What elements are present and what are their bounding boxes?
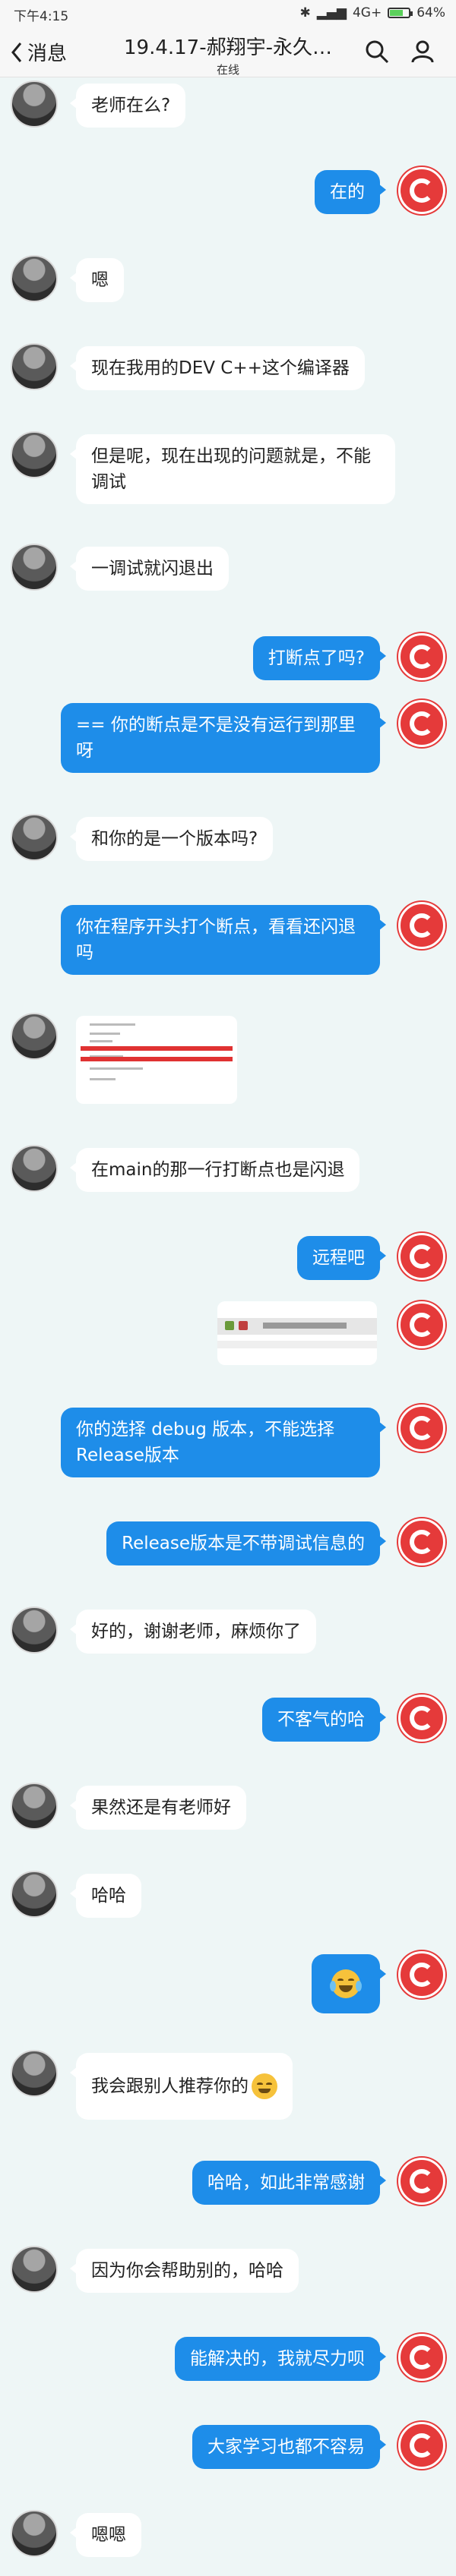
contact-avatar[interactable] xyxy=(11,814,58,861)
contact-avatar[interactable] xyxy=(11,1145,58,1192)
c-logo-icon xyxy=(410,913,434,938)
contact-avatar[interactable] xyxy=(11,255,58,302)
my-avatar[interactable] xyxy=(398,1695,445,1742)
c-logo-icon xyxy=(410,2169,434,2193)
message-bubble[interactable]: 一调试就闪退出 xyxy=(70,547,229,591)
contact-avatar[interactable] xyxy=(11,2050,58,2097)
back-button[interactable]: 消息 xyxy=(11,38,67,66)
bluetooth-icon: ✱ xyxy=(299,5,311,20)
c-logo-icon xyxy=(410,1530,434,1554)
contact-avatar[interactable] xyxy=(11,343,58,390)
message-bubble[interactable]: 大家学习也都不容易 xyxy=(192,2425,386,2469)
ide-screenshot-image[interactable] xyxy=(217,1301,377,1365)
online-status: 在线 xyxy=(216,63,239,77)
my-avatar[interactable] xyxy=(398,1518,445,1565)
my-avatar[interactable] xyxy=(398,1951,445,1998)
chat-title-block[interactable]: 19.4.17-郝翔宇-永久… 在线 xyxy=(106,32,350,77)
c-logo-icon xyxy=(410,2433,434,2458)
c-logo-icon xyxy=(410,1963,434,1987)
message-bubble[interactable]: 在main的那一行打断点也是闪退 xyxy=(69,1148,360,1192)
message-bubble[interactable]: 远程吧 xyxy=(297,1236,386,1280)
contact-avatar[interactable] xyxy=(11,1783,58,1830)
contact-avatar[interactable] xyxy=(11,80,58,128)
emoji-bubble[interactable] xyxy=(312,1954,386,2013)
breakpoint-highlight xyxy=(81,1046,233,1051)
back-label: 消息 xyxy=(27,43,68,65)
code-screenshot-image[interactable] xyxy=(76,1016,237,1104)
c-logo-icon xyxy=(410,1706,434,1730)
c-logo-icon xyxy=(410,1313,434,1337)
my-avatar[interactable] xyxy=(398,2158,445,2205)
my-avatar[interactable] xyxy=(398,1233,445,1280)
battery-icon xyxy=(388,8,413,18)
search-icon[interactable] xyxy=(365,39,389,64)
c-logo-icon xyxy=(410,1416,434,1440)
battery-percent: 64% xyxy=(416,5,445,20)
message-bubble[interactable]: 嗯嗯 xyxy=(70,2513,141,2557)
c-logo-icon xyxy=(410,178,434,203)
message-bubble[interactable]: 在的 xyxy=(315,170,386,214)
c-logo-icon xyxy=(410,711,434,736)
message-bubble[interactable]: 哈哈，如此非常感谢 xyxy=(192,2161,386,2205)
message-bubble[interactable]: 老师在么? xyxy=(69,84,186,128)
my-avatar[interactable] xyxy=(398,902,445,949)
message-bubble[interactable]: 但是呢，现在出现的问题就是，不能调试 xyxy=(70,434,395,504)
network-label: 4G+ xyxy=(352,5,382,20)
message-bubble[interactable]: 因为你会帮助别的，哈哈 xyxy=(70,2249,299,2293)
message-bubble[interactable]: == 你的断点是不是没有运行到那里呀 xyxy=(61,703,386,773)
contact-avatar[interactable] xyxy=(11,2510,58,2557)
message-bubble[interactable]: 你的选择 debug 版本，不能选择Release版本 xyxy=(61,1408,386,1477)
contact-avatar[interactable] xyxy=(11,431,58,478)
message-bubble[interactable]: 哈哈 xyxy=(70,1874,141,1918)
message-bubble[interactable]: 你在程序开头打个断点，看看还闪退吗 xyxy=(61,905,386,975)
message-bubble[interactable]: 能解决的，我就尽力呗 xyxy=(175,2337,386,2381)
c-logo-icon xyxy=(410,2345,434,2369)
contact-avatar[interactable] xyxy=(11,1606,58,1654)
message-bubble[interactable]: 打断点了吗? xyxy=(252,636,387,680)
status-time: 下午4:15 xyxy=(14,9,69,24)
contact-avatar[interactable] xyxy=(11,1871,58,1918)
breakpoint-highlight xyxy=(81,1057,233,1061)
my-avatar[interactable] xyxy=(398,1405,445,1452)
message-bubble[interactable]: 嗯 xyxy=(70,258,124,302)
contact-avatar[interactable] xyxy=(11,1013,58,1060)
my-avatar[interactable] xyxy=(398,700,445,747)
status-bar: 下午4:15 ✱ ▂▄▆ 4G+ 64% xyxy=(0,0,456,26)
message-bubble[interactable]: Release版本是不带调试信息的 xyxy=(106,1521,386,1565)
my-avatar[interactable] xyxy=(398,1301,445,1348)
my-avatar[interactable] xyxy=(398,167,445,214)
chat-title: 19.4.17-郝翔宇-永久… xyxy=(123,36,332,59)
message-bubble[interactable]: 现在我用的DEV C++这个编译器 xyxy=(70,346,365,390)
message-bubble[interactable]: 和你的是一个版本吗? xyxy=(69,817,274,861)
c-logo-icon xyxy=(410,645,434,669)
my-avatar[interactable] xyxy=(398,633,445,680)
message-bubble[interactable]: 我会跟别人推荐你的 xyxy=(70,2053,293,2120)
profile-icon[interactable] xyxy=(410,39,435,64)
message-bubble[interactable]: 果然还是有老师好 xyxy=(70,1786,246,1830)
my-avatar[interactable] xyxy=(398,2334,445,2381)
status-indicators: ✱ ▂▄▆ 4G+ 64% xyxy=(299,5,445,20)
signal-icon: ▂▄▆ xyxy=(316,5,347,20)
message-bubble[interactable]: 不客气的哈 xyxy=(262,1698,386,1742)
my-avatar[interactable] xyxy=(398,2422,445,2469)
message-text: 我会跟别人推荐你的 xyxy=(91,2076,249,2096)
laughing-tears-emoji-icon xyxy=(330,1969,362,1998)
c-logo-icon xyxy=(410,1244,434,1269)
smirk-emoji-icon xyxy=(252,2073,277,2099)
chevron-left-icon xyxy=(11,42,22,62)
chat-header: 消息 19.4.17-郝翔宇-永久… 在线 xyxy=(0,26,456,77)
contact-avatar[interactable] xyxy=(11,544,58,591)
message-bubble[interactable]: 好的，谢谢老师，麻烦你了 xyxy=(70,1610,316,1654)
contact-avatar[interactable] xyxy=(11,2246,58,2293)
